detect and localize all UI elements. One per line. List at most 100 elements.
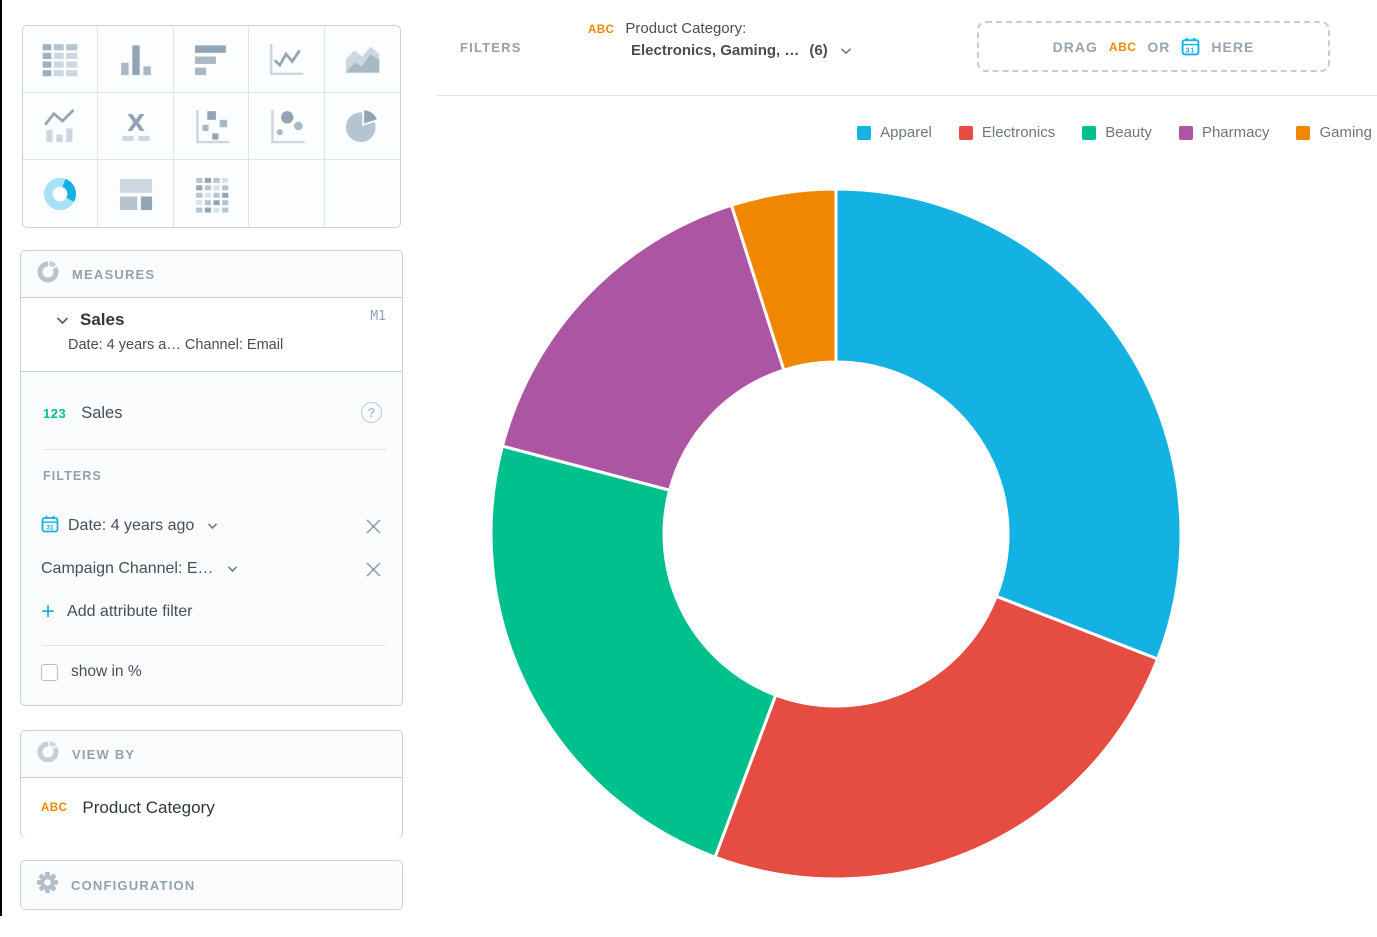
show-in-percent-label: show in % [71,663,142,681]
measure-badge: M1 [370,309,386,324]
vis-type-headline[interactable]: X [98,93,173,160]
donut-bucket-icon [35,259,61,290]
measures-panel: MEASURES Sales M1 Date: 4 years a… Chann… [20,250,403,706]
vis-cell-empty [249,160,324,227]
attribute-filter-row[interactable]: Campaign Channel: E… [41,552,386,586]
gear-icon [35,870,60,900]
filter-bar-label: FILTERS [460,40,522,55]
donut-bucket-icon [35,739,61,770]
table-icon [39,38,81,80]
vis-type-pie-chart[interactable] [325,93,400,160]
legend-label: Beauty [1105,124,1152,141]
legend-swatch [857,126,871,140]
date-filter-row[interactable]: 31 Date: 4 years ago [41,509,386,543]
help-icon[interactable]: ? [361,402,382,423]
divider [43,645,386,646]
vis-type-heatmap[interactable] [174,160,249,227]
line-chart-icon [265,38,307,80]
view-by-panel-title: VIEW BY [72,747,135,762]
view-by-attribute-name: Product Category [82,798,214,818]
legend-item-electronics[interactable]: Electronics [959,124,1055,141]
window-frame-edge [0,0,2,916]
measures-panel-title: MEASURES [72,267,155,282]
donut-chart-icon [39,173,81,215]
legend-label: Apparel [880,124,932,141]
svg-text:31: 31 [1186,47,1196,54]
numeric-fact-icon: 123 [43,406,66,421]
filter-selection: Electronics, Gaming, … [631,42,799,59]
scatter-plot-icon [190,105,232,147]
view-by-panel: VIEW BY ABC Product Category [20,730,403,838]
heatmap-icon [190,173,232,215]
vis-type-table[interactable] [23,26,98,93]
product-category-filter[interactable]: ABC Product Category: Electronics, Gamin… [588,20,852,59]
legend-item-pharmacy[interactable]: Pharmacy [1179,124,1270,141]
legend-swatch [1179,126,1193,140]
vis-type-bar-chart[interactable] [174,26,249,93]
legend-label: Electronics [982,124,1055,141]
chart-legend: Apparel Electronics Beauty Pharmacy Gaming [857,124,1372,141]
remove-filter-icon[interactable] [365,561,382,583]
show-in-percent-checkbox[interactable] [41,664,58,681]
vis-type-treemap[interactable] [98,160,173,227]
area-chart-icon [341,38,383,80]
legend-item-beauty[interactable]: Beauty [1082,124,1152,141]
filter-count: (6) [809,42,827,59]
calendar-icon: 31 [41,515,59,538]
legend-swatch [959,126,973,140]
legend-item-gaming[interactable]: Gaming [1296,124,1372,141]
remove-filter-icon[interactable] [365,518,382,540]
add-attribute-filter-button[interactable]: + Add attribute filter [41,595,386,629]
donut-segment-beauty[interactable] [491,446,776,857]
vis-type-area-chart[interactable] [325,26,400,93]
chevron-down-icon [207,522,218,530]
vis-cell-empty [325,160,400,227]
measure-item-sales[interactable]: Sales M1 Date: 4 years a… Channel: Email [21,297,402,372]
svg-text:31: 31 [46,524,54,531]
configuration-panel: CONFIGURATION [20,860,403,910]
add-attribute-filter-label: Add attribute filter [67,603,192,621]
donut-segment-apparel[interactable] [836,189,1181,659]
view-by-attribute-item[interactable]: ABC Product Category [21,777,402,838]
donut-chart [488,186,1184,882]
chevron-down-icon [227,565,238,573]
date-filter-label: Date: 4 years ago [68,517,194,535]
vis-type-bubble-chart[interactable] [249,93,324,160]
bar-chart-icon [190,38,232,80]
headline-icon: X [115,105,157,147]
filter-title: Product Category: [625,20,746,37]
configuration-panel-header[interactable]: CONFIGURATION [21,861,402,909]
measure-name: Sales [80,310,124,330]
filter-drop-zone[interactable]: DRAG ABC OR 31 HERE [977,21,1330,72]
measure-filters-heading: FILTERS [43,469,402,483]
vis-type-donut-chart[interactable] [23,160,98,227]
donut-segment-pharmacy[interactable] [502,205,783,490]
legend-swatch [1296,126,1310,140]
vis-type-scatter-plot[interactable] [174,93,249,160]
attribute-filter-label: Campaign Channel: E… [41,560,214,578]
drop-zone-or: OR [1147,39,1170,55]
combo-chart-icon [39,105,81,147]
legend-label: Gaming [1319,124,1372,141]
view-by-panel-header: VIEW BY [21,731,402,777]
configuration-panel-title: CONFIGURATION [71,878,195,893]
vis-type-column-chart[interactable] [98,26,173,93]
measure-subtitle: Date: 4 years a… Channel: Email [68,337,386,353]
bubble-chart-icon [265,105,307,147]
chevron-down-icon[interactable] [56,316,69,325]
legend-item-apparel[interactable]: Apparel [857,124,932,141]
abc-attribute-icon: ABC [1109,40,1137,54]
plus-icon: + [41,601,55,623]
treemap-icon [115,173,157,215]
chevron-down-icon [840,47,852,55]
column-chart-icon [115,38,157,80]
measures-panel-header: MEASURES [21,251,402,297]
drop-zone-drag: DRAG [1053,39,1098,55]
vis-type-line-chart[interactable] [249,26,324,93]
legend-label: Pharmacy [1202,124,1270,141]
vis-type-combo-chart[interactable] [23,93,98,160]
calendar-icon: 31 [1181,37,1200,56]
donut-segment-electronics[interactable] [715,596,1157,879]
visualization-switcher: X [22,25,401,228]
svg-text:X: X [127,109,145,137]
